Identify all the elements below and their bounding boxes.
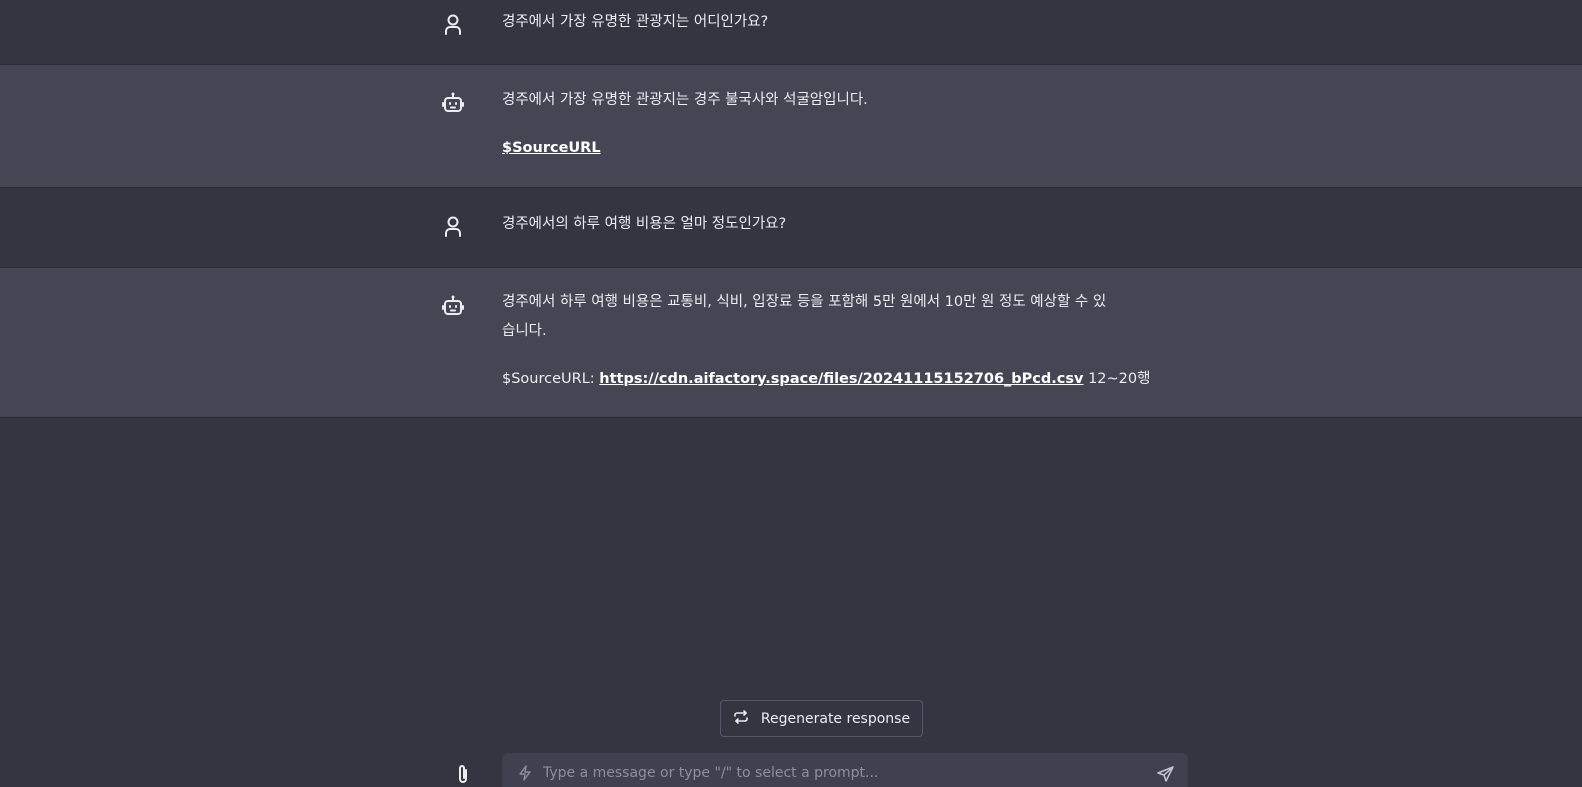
source-url-link[interactable]: https://cdn.aifactory.space/files/202411… xyxy=(599,371,1083,387)
chat-page: 경주에서 가장 유명한 관광지는 어디인가요? 경주에서 가장 유명한 관광지는… xyxy=(0,0,1582,787)
source-label: $SourceURL: xyxy=(502,371,595,387)
message-row-user: 경주에서 가장 유명한 관광지는 어디인가요? xyxy=(0,0,1582,65)
message-row-bot: 경주에서 하루 여행 비용은 교통비, 식비, 입장료 등을 포함해 5만 원에… xyxy=(0,268,1582,418)
robot-icon xyxy=(441,91,465,115)
message-text: 경주에서 가장 유명한 관광지는 경주 불국사와 석굴암입니다. xyxy=(502,92,868,108)
user-icon xyxy=(441,12,465,36)
paperclip-icon[interactable] xyxy=(454,762,472,786)
message-row-user: 경주에서의 하루 여행 비용은 얼마 정도인가요? xyxy=(0,188,1582,268)
regenerate-icon xyxy=(733,709,749,729)
robot-icon xyxy=(441,294,465,318)
source-rows: 12~20행 xyxy=(1088,371,1151,387)
regenerate-label: Regenerate response xyxy=(760,710,911,727)
message-text: 경주에서의 하루 여행 비용은 얼마 정도인가요? xyxy=(502,216,787,232)
message-text: 경주에서 가장 유명한 관광지는 어디인가요? xyxy=(502,14,769,30)
message-text-line2: 습니다. xyxy=(502,323,547,339)
message-row-bot: 경주에서 가장 유명한 관광지는 경주 불국사와 석굴암입니다. $Source… xyxy=(0,65,1582,188)
lightning-icon[interactable] xyxy=(517,765,533,781)
source-url-link[interactable]: $SourceURL xyxy=(502,140,601,156)
message-body: 경주에서 하루 여행 비용은 교통비, 식비, 입장료 등을 포함해 5만 원에… xyxy=(502,288,1162,394)
send-icon[interactable] xyxy=(1157,765,1175,783)
user-icon xyxy=(441,214,465,238)
message-text-line1: 경주에서 하루 여행 비용은 교통비, 식비, 입장료 등을 포함해 5만 원에… xyxy=(502,294,1107,310)
message-input[interactable] xyxy=(543,754,1123,787)
message-composer xyxy=(502,753,1188,787)
regenerate-button[interactable]: Regenerate response xyxy=(720,700,923,737)
message-body: 경주에서 가장 유명한 관광지는 경주 불국사와 석굴암입니다. $Source… xyxy=(502,86,1162,163)
